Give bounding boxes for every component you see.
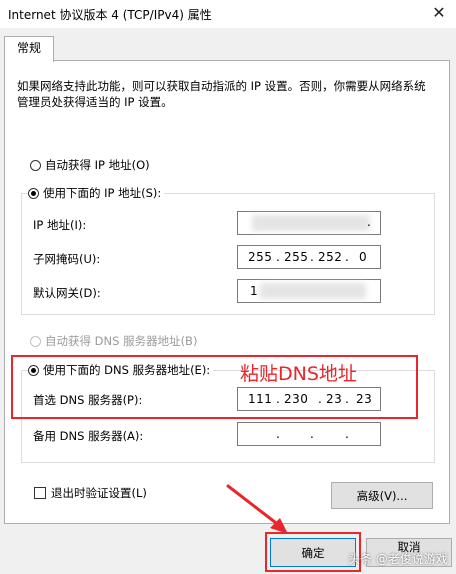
annotation-arrow-icon [226,484,288,534]
subnet-octet-1: 255 [248,250,273,264]
octet-dot: . [310,250,315,264]
gateway-label: 默认网关(D): [33,286,101,300]
advanced-button[interactable]: 高级(V)... [331,482,433,509]
subnet-octet-3: 252 [318,250,343,264]
manual-ip-label: 使用下面的 IP 地址(S): [43,186,162,200]
auto-dns-label: 自动获得 DNS 服务器地址(B) [45,334,198,348]
blurred-region [260,283,366,299]
alternate-dns-field[interactable]: . . . [237,422,381,446]
annotation-text: 粘贴DNS地址 [240,363,357,385]
auto-ip-radio[interactable]: 自动获得 IP 地址(O) [30,157,153,173]
octet-dot: . [276,427,281,441]
close-icon[interactable]: ✕ [426,2,452,24]
subnet-octet-2: 255 [284,250,309,264]
annotation-highlight-dns [11,355,418,419]
window-title: Internet 协议版本 4 (TCP/IPv4) 属性 [8,8,212,22]
validate-label: 退出时验证设置(L) [51,486,147,500]
radio-disabled-icon [30,335,41,347]
ip-address-field[interactable]: . [237,211,381,235]
radio-unchecked-icon [30,159,41,171]
ip-address-label: IP 地址(I): [33,218,87,232]
octet-dot: . [345,427,350,441]
auto-ip-label: 自动获得 IP 地址(O) [45,158,150,172]
checkbox-unchecked-icon [34,487,46,499]
alternate-dns-label: 备用 DNS 服务器(A): [33,429,144,443]
octet-dot: . [345,250,350,264]
octet-dot: . [276,250,281,264]
octet-dot: . [310,427,315,441]
subnet-mask-label: 子网掩码(U): [33,252,101,266]
ip-address-value: . [367,215,372,229]
gateway-value: 1 [250,284,259,298]
tab-general[interactable]: 常规 [4,36,54,62]
radio-checked-icon [28,187,39,199]
blurred-region [252,215,370,231]
subnet-octet-4: 0 [359,250,368,264]
auto-dns-radio[interactable]: 自动获得 DNS 服务器地址(B) [30,333,201,349]
gateway-field[interactable]: 1 [237,279,381,303]
manual-ip-radio[interactable]: 使用下面的 IP 地址(S): [28,185,165,201]
validate-checkbox[interactable]: 退出时验证设置(L) [34,485,150,501]
watermark: 头条 @老俊说游戏 [348,552,448,566]
description-text: 如果网络支持此功能，则可以获取自动指派的 IP 设置。否则，你需要从网络系统管理… [17,79,426,109]
subnet-mask-field[interactable]: 255 . 255 . 252 . 0 [237,245,381,269]
